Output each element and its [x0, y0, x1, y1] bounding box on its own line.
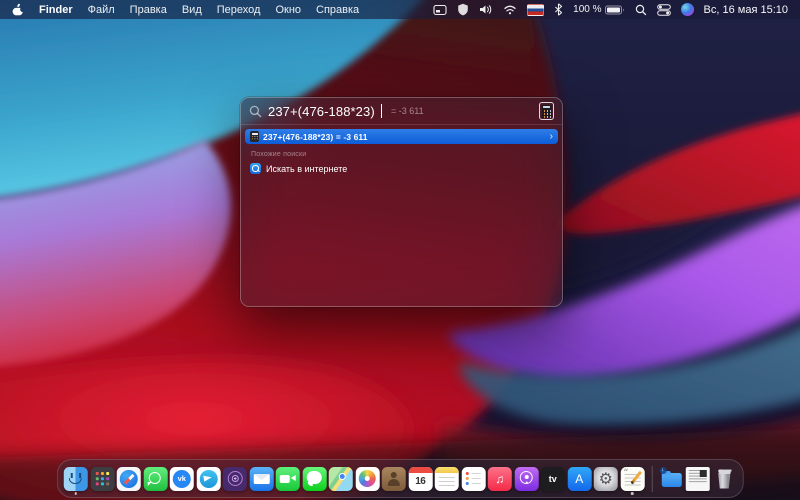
dock-whatsapp-icon[interactable]: [143, 466, 168, 491]
menu-bar: Finder Файл Правка Вид Переход Окно Спра…: [0, 0, 800, 19]
battery-status[interactable]: 100 %: [573, 4, 624, 15]
dock-mail-icon[interactable]: [249, 466, 274, 491]
menu-app-finder[interactable]: Finder: [39, 4, 73, 16]
dock-vk-icon[interactable]: vk: [169, 466, 194, 491]
dock-downloads-folder-icon[interactable]: ↓: [659, 466, 683, 491]
top-hit-label: 237+(476-188*23) = -3 611: [263, 131, 368, 142]
menu-go[interactable]: Переход: [217, 4, 261, 16]
bluetooth-icon[interactable]: [554, 3, 563, 16]
wifi-icon[interactable]: [503, 4, 517, 15]
dock-finder-icon[interactable]: [63, 466, 88, 495]
spotlight-web-search-row[interactable]: Искать в интернете: [241, 160, 562, 177]
apple-menu-icon[interactable]: [12, 3, 24, 17]
shield-icon[interactable]: [457, 3, 469, 16]
input-language-flag-icon[interactable]: [527, 3, 545, 16]
web-search-icon: [250, 163, 261, 174]
menu-edit[interactable]: Правка: [130, 4, 167, 16]
spotlight-query-text: 237+(476-188*23): [268, 103, 375, 119]
menu-bar-clock[interactable]: Вс, 16 мая 15:10: [704, 4, 788, 16]
dock-safari-icon[interactable]: [116, 466, 141, 491]
dock-notes-icon[interactable]: [434, 466, 459, 491]
dock-messages-icon[interactable]: [302, 466, 327, 491]
dock-textedit-icon[interactable]: “: [620, 466, 645, 495]
calculator-icon: [539, 102, 554, 120]
dock-podcasts-icon[interactable]: [514, 466, 539, 491]
spotlight-search-field[interactable]: 237+(476-188*23) = -3 611: [241, 98, 562, 124]
dock-separator: [651, 465, 653, 492]
dock-recent-document-icon[interactable]: [685, 466, 710, 491]
spotlight-inline-result: = -3 611: [390, 106, 424, 116]
dock-reminders-icon[interactable]: [461, 466, 486, 491]
dock-maps-icon[interactable]: [328, 466, 353, 491]
running-indicator: [74, 491, 78, 495]
text-caret: [380, 104, 382, 118]
chevron-right-icon: ›: [549, 130, 553, 142]
siri-icon[interactable]: [680, 3, 694, 16]
menu-help[interactable]: Справка: [316, 4, 359, 16]
calculator-mini-icon: [250, 131, 259, 142]
dock-contacts-icon[interactable]: [381, 466, 406, 491]
dock-photos-icon[interactable]: [355, 466, 380, 491]
menu-view[interactable]: Вид: [182, 4, 202, 16]
dock-trash-icon[interactable]: [712, 467, 736, 491]
volume-icon[interactable]: [479, 4, 493, 15]
battery-icon: [604, 5, 624, 14]
dock-telegram-icon[interactable]: [196, 466, 221, 491]
battery-percent-label: 100 %: [573, 4, 602, 15]
running-indicator: [630, 491, 634, 495]
divider: [241, 124, 562, 125]
spotlight-window: 237+(476-188*23) = -3 611 237+(476-188*2…: [240, 97, 563, 307]
menu-file[interactable]: Файл: [88, 4, 115, 16]
dock-launchpad-icon[interactable]: [90, 466, 115, 491]
search-icon: [249, 105, 262, 117]
desktop: Finder Файл Правка Вид Переход Окно Спра…: [0, 0, 800, 500]
dock-app-store-icon[interactable]: A: [567, 466, 592, 491]
dock-facetime-icon[interactable]: [275, 466, 300, 491]
dock-music-icon[interactable]: ♫: [487, 466, 512, 491]
dock-apple-tv-icon[interactable]: tv: [540, 466, 565, 491]
spotlight-top-hit-row[interactable]: 237+(476-188*23) = -3 611 ›: [245, 129, 558, 144]
display-icon[interactable]: [433, 4, 447, 16]
menu-window[interactable]: Окно: [275, 4, 301, 16]
control-center-icon[interactable]: [656, 3, 671, 16]
dock-tor-browser-icon[interactable]: [222, 466, 247, 491]
spotlight-icon[interactable]: [635, 4, 647, 16]
web-search-label: Искать в интернете: [266, 163, 348, 174]
dock-system-preferences-icon[interactable]: ⚙: [593, 466, 618, 491]
dock-calendar-icon[interactable]: 16: [408, 466, 433, 491]
dock: vk 16 ♫ tv A ⚙ “ ↓: [56, 459, 744, 498]
spotlight-section-label: Похожие поиски: [251, 151, 307, 158]
